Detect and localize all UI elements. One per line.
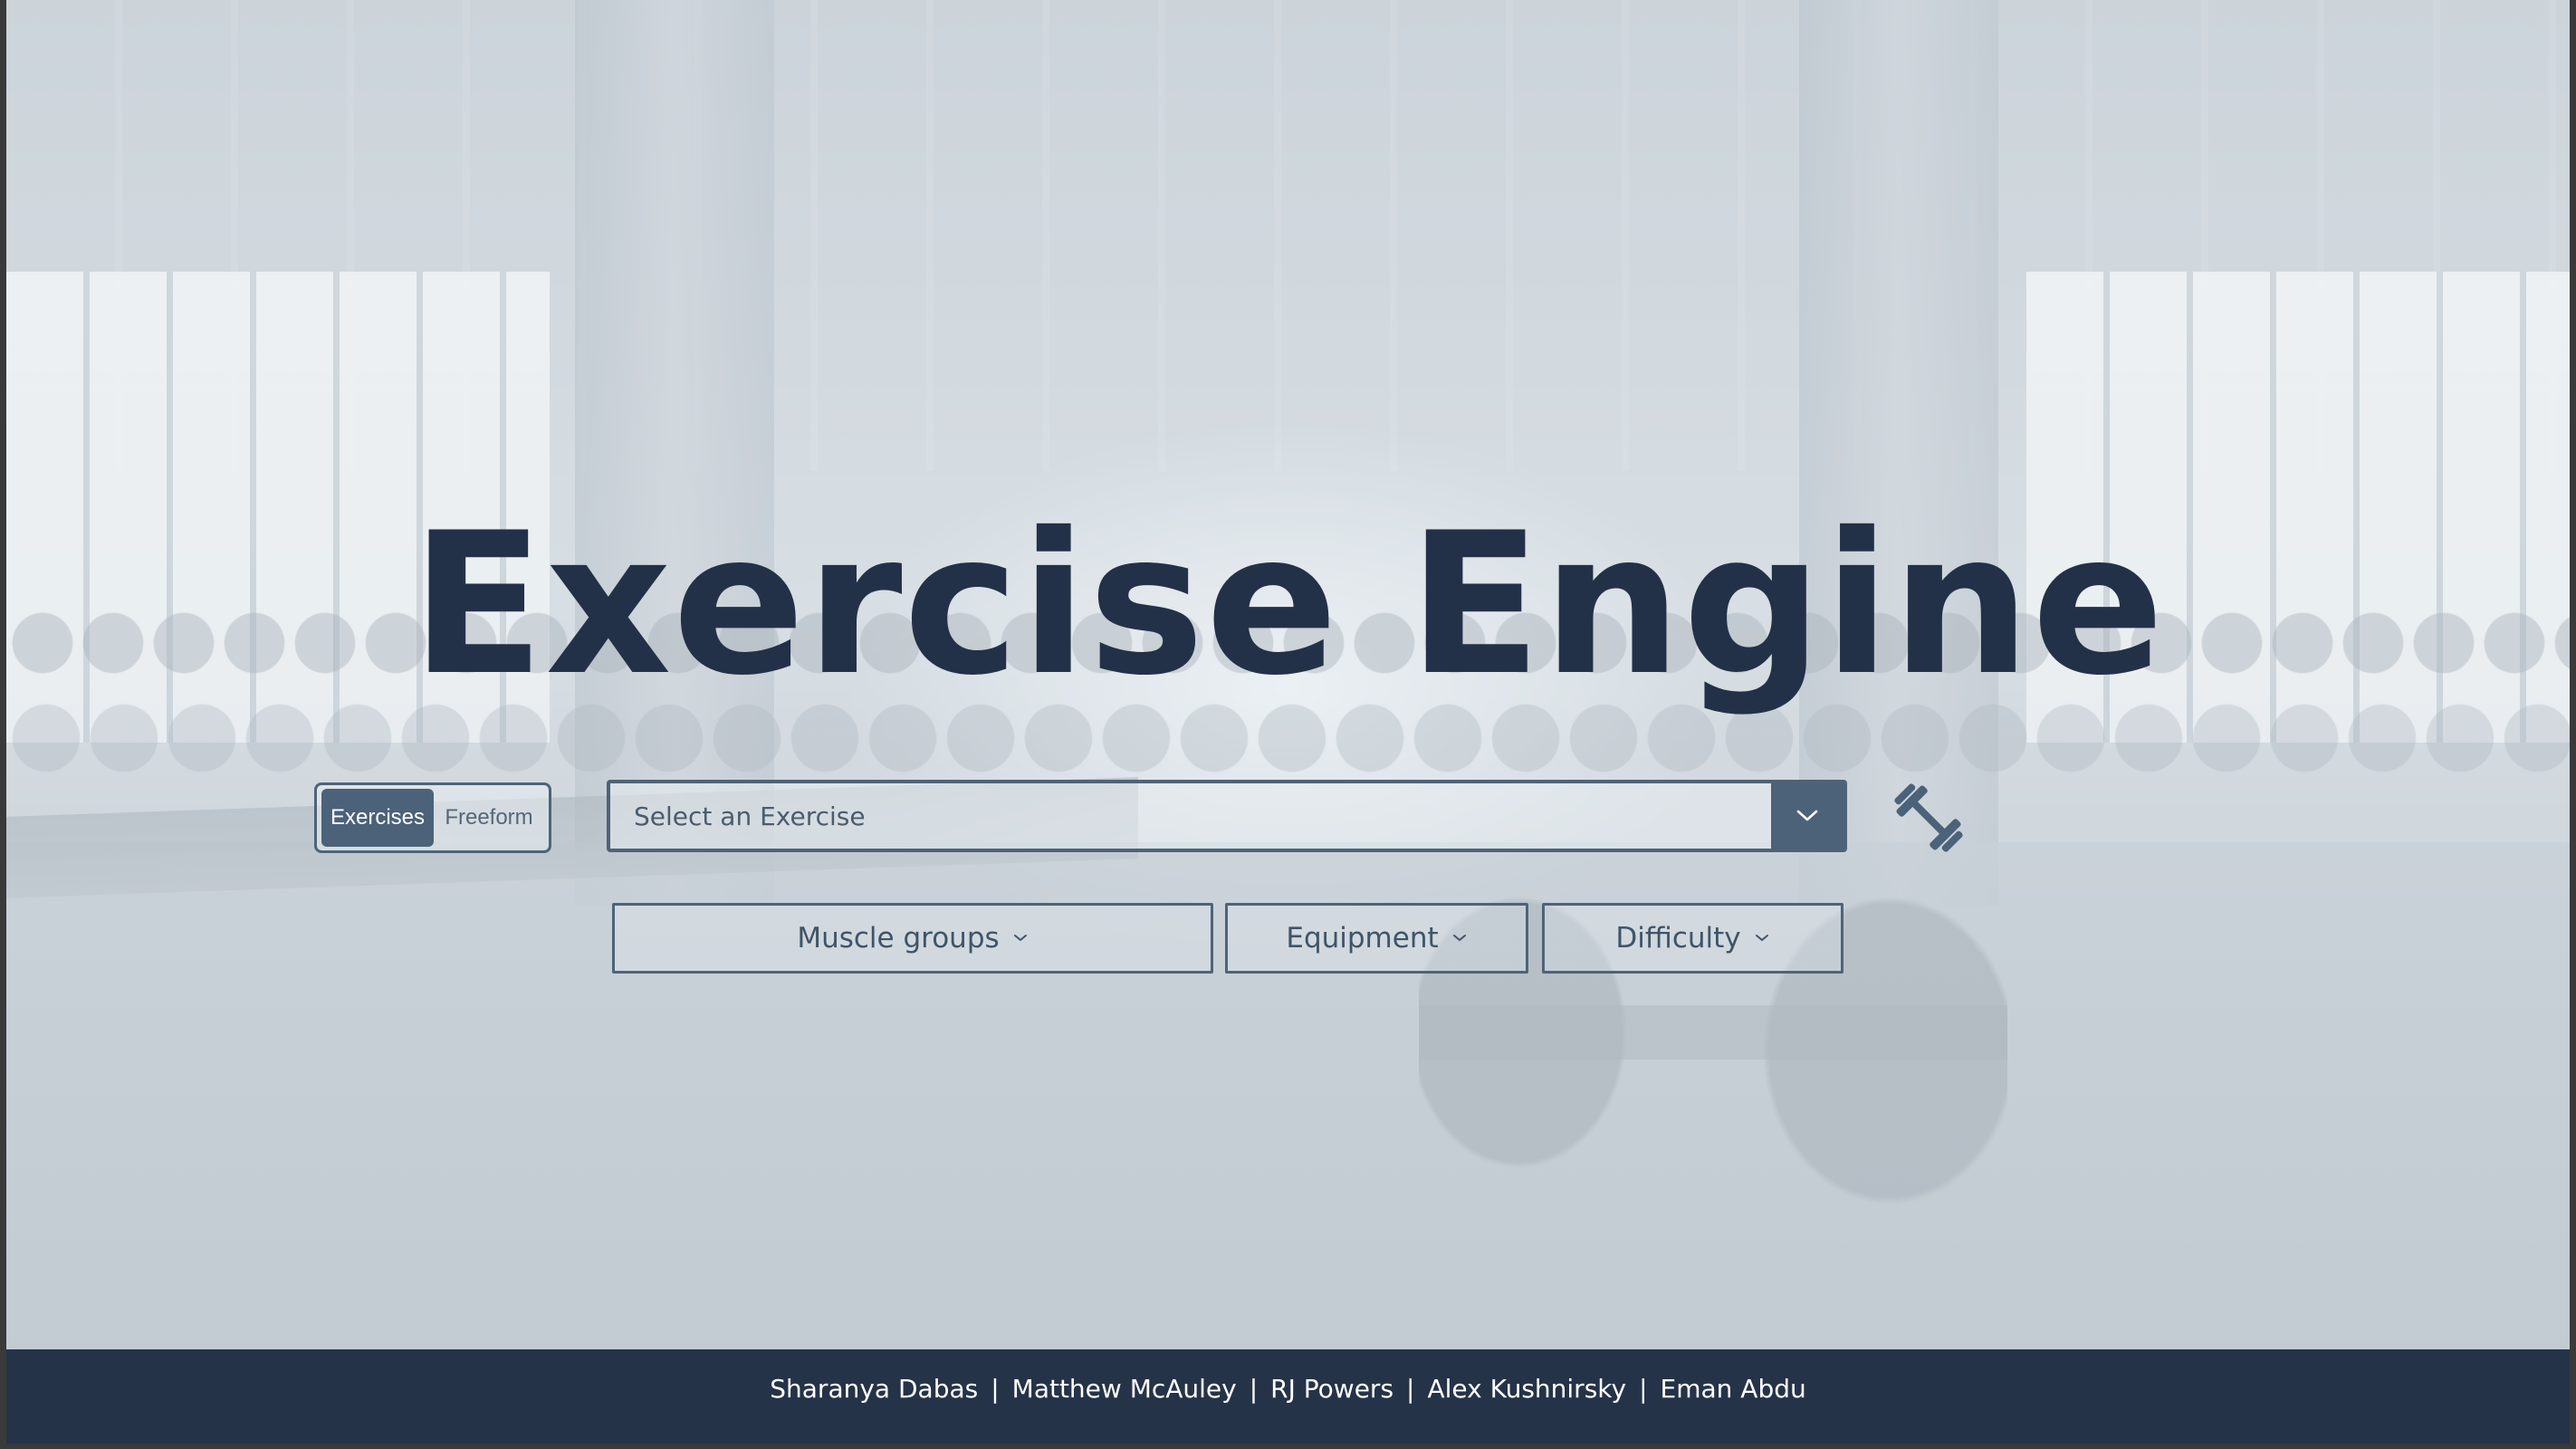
footer: Sharanya Dabas | Matthew McAuley | RJ Powers… xyxy=(6,1349,2570,1444)
footer-author: RJ Powers xyxy=(1270,1373,1394,1404)
app-frame: Exercise Engine Exercises Freeform Selec… xyxy=(6,0,2570,1444)
chevron-down-icon xyxy=(1754,933,1770,944)
mode-toggle: Exercises Freeform xyxy=(314,782,551,853)
footer-separator: | xyxy=(991,1373,1000,1404)
footer-author: Eman Abdu xyxy=(1660,1373,1806,1404)
footer-separator: | xyxy=(1249,1373,1259,1404)
difficulty-filter-label: Difficulty xyxy=(1615,922,1741,955)
footer-separator: | xyxy=(1639,1373,1648,1404)
footer-author: Sharanya Dabas xyxy=(770,1373,979,1404)
page-title: Exercise Engine xyxy=(410,491,2166,718)
toggle-option-freeform[interactable]: Freeform xyxy=(434,789,544,847)
muscle-groups-filter-label: Muscle groups xyxy=(797,922,1000,955)
footer-author: Alex Kushnirsky xyxy=(1427,1373,1627,1404)
footer-credits: Sharanya Dabas | Matthew McAuley | RJ Powers… xyxy=(770,1374,1805,1404)
toggle-option-exercises[interactable]: Exercises xyxy=(321,789,434,847)
dumbbell-icon[interactable] xyxy=(1888,777,1969,859)
chevron-down-icon xyxy=(1796,810,1818,821)
chevron-down-icon xyxy=(1451,933,1468,944)
chevron-down-icon xyxy=(1012,933,1029,944)
exercise-select-placeholder[interactable]: Select an Exercise xyxy=(610,783,1771,849)
footer-separator: | xyxy=(1406,1373,1415,1404)
difficulty-filter-button[interactable]: Difficulty xyxy=(1542,903,1843,974)
muscle-groups-filter-button[interactable]: Muscle groups xyxy=(612,903,1213,974)
exercise-select-toggle-button[interactable] xyxy=(1771,783,1843,849)
equipment-filter-button[interactable]: Equipment xyxy=(1225,903,1528,974)
exercise-select[interactable]: Select an Exercise xyxy=(607,780,1847,852)
footer-author: Matthew McAuley xyxy=(1011,1373,1237,1404)
equipment-filter-label: Equipment xyxy=(1286,922,1439,955)
